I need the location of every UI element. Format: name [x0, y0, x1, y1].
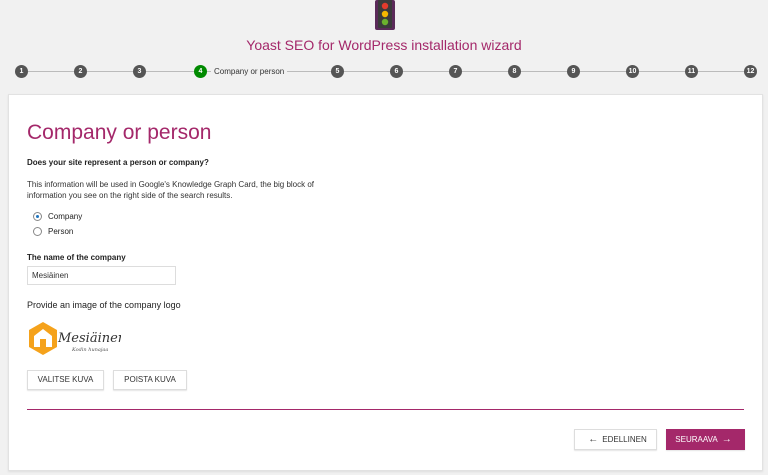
next-button[interactable]: SEURAAVA → [666, 429, 745, 450]
step-3[interactable]: 3 [133, 65, 146, 78]
active-step-label: Company or person [211, 66, 288, 77]
stepper-line [21, 71, 752, 72]
radio-person-label: Person [48, 226, 74, 236]
wizard-title: Yoast SEO for WordPress installation wiz… [246, 37, 522, 53]
company-logo-subtext: Kodin hunajaa [71, 347, 108, 353]
step-9[interactable]: 9 [567, 65, 580, 78]
step-5[interactable]: 5 [331, 65, 344, 78]
step-4-active[interactable]: 4 [194, 65, 207, 78]
traffic-light-logo [375, 0, 395, 30]
next-button-label: SEURAAVA [675, 435, 718, 444]
previous-button[interactable]: ← EDELLINEN [574, 429, 657, 450]
radio-person-input[interactable] [33, 226, 42, 236]
step-8[interactable]: 8 [508, 65, 521, 78]
logo-label: Provide an image of the company logo [27, 300, 181, 310]
step-11[interactable]: 11 [685, 65, 698, 78]
page-title: Company or person [27, 121, 212, 144]
company-name-label: The name of the company [27, 253, 126, 262]
wizard-card: Company or person Does your site represe… [8, 94, 763, 471]
step-7[interactable]: 7 [449, 65, 462, 78]
stepper: 1 2 3 4 Company or person 5 6 7 8 9 10 1… [15, 63, 758, 81]
company-name-input[interactable] [27, 266, 176, 285]
question-label: Does your site represent a person or com… [27, 158, 209, 167]
select-image-button[interactable]: VALITSE KUVA [27, 370, 104, 390]
radio-company-label: Company [48, 211, 83, 221]
arrow-right-icon: → [721, 434, 732, 445]
step-2[interactable]: 2 [74, 65, 87, 78]
previous-button-label: EDELLINEN [602, 435, 647, 444]
step-10[interactable]: 10 [626, 65, 639, 78]
question-description: This information will be used in Google'… [27, 180, 315, 200]
radio-company-input[interactable] [33, 211, 42, 221]
arrow-left-icon: ← [588, 434, 599, 445]
remove-image-button[interactable]: POISTA KUVA [113, 370, 187, 390]
step-12[interactable]: 12 [744, 65, 757, 78]
company-logo-text: Mesiäinen [57, 331, 121, 346]
company-logo-image: Mesiäinen Kodin hunajaa [29, 322, 121, 355]
radio-person[interactable]: Person [33, 225, 73, 237]
step-6[interactable]: 6 [390, 65, 403, 78]
radio-company[interactable]: Company [33, 210, 82, 222]
footer-divider [27, 409, 744, 410]
step-1[interactable]: 1 [15, 65, 28, 78]
